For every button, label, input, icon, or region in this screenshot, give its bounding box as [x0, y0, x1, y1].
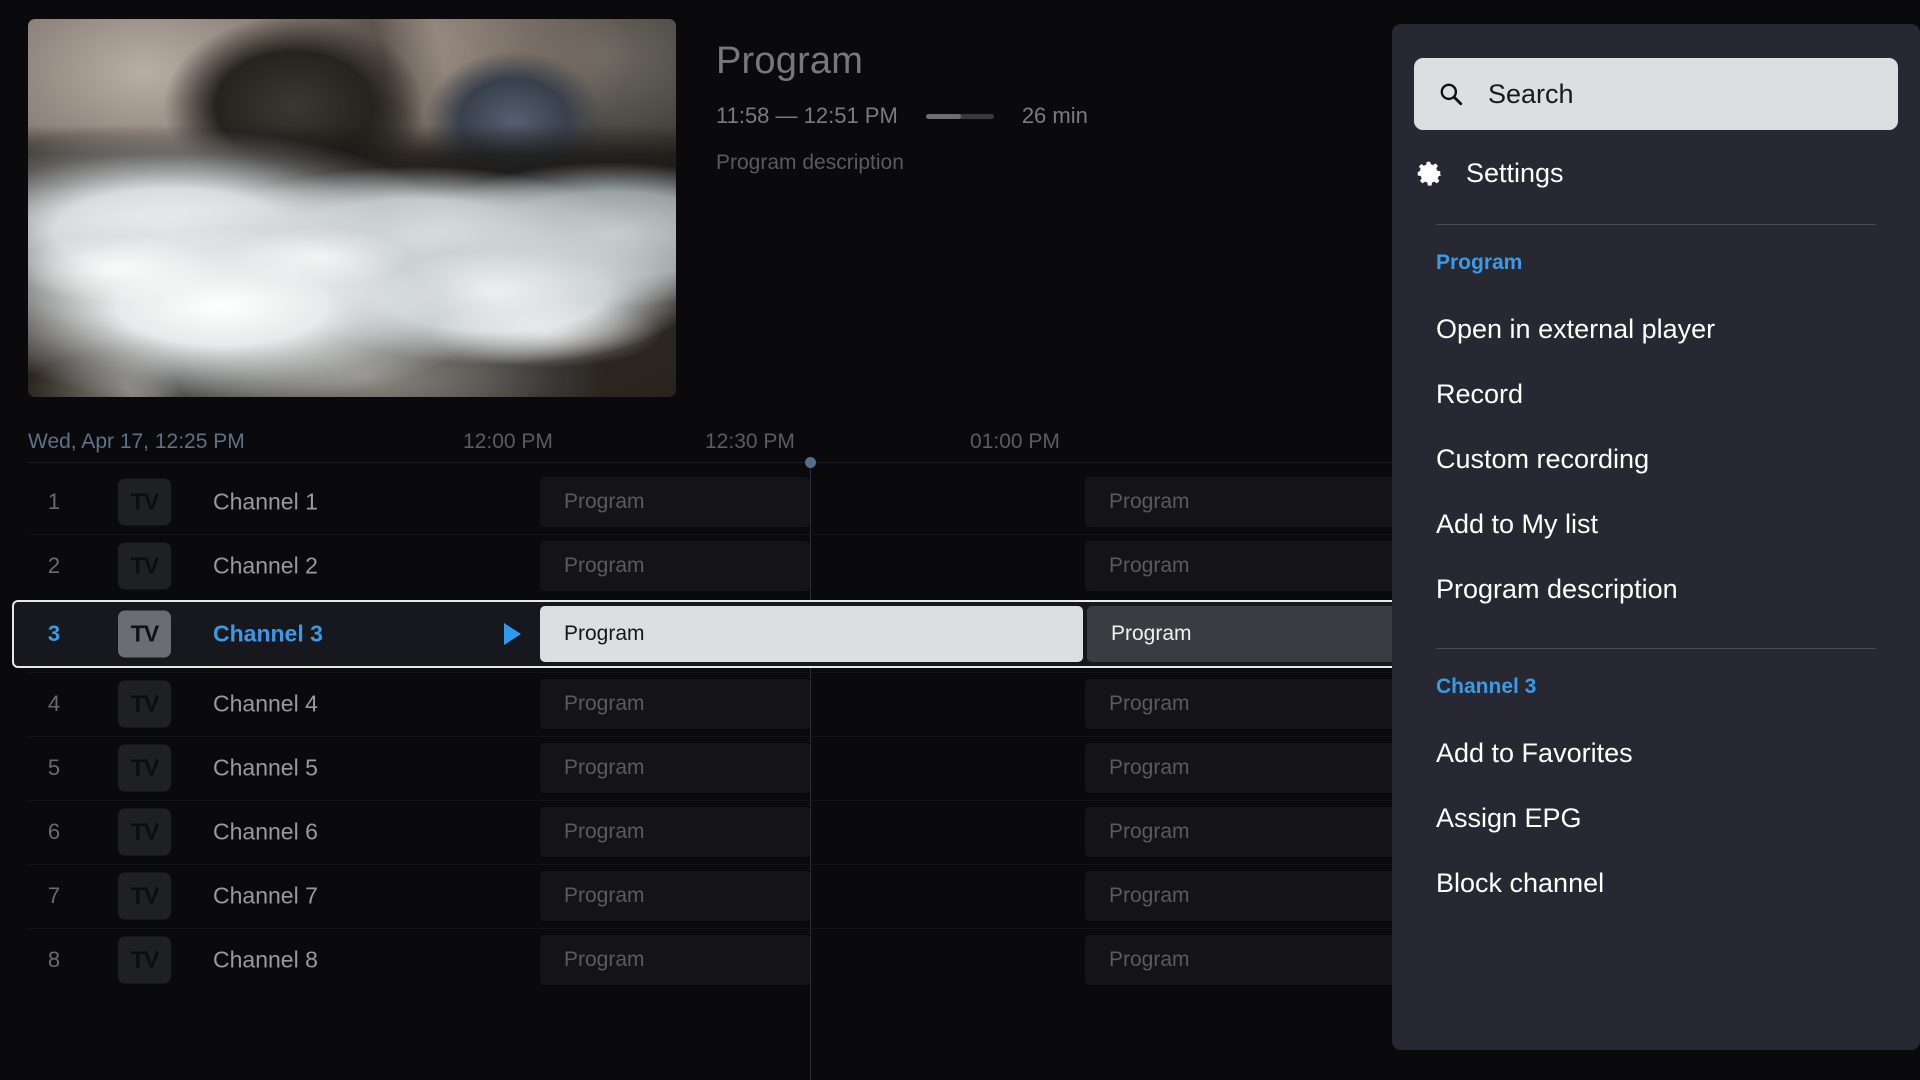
- search-input[interactable]: Search: [1414, 58, 1898, 130]
- menu-item-assign-epg[interactable]: Assign EPG: [1392, 786, 1920, 851]
- play-icon[interactable]: [504, 623, 521, 645]
- channel-name: Channel 4: [213, 690, 318, 717]
- tv-icon: TV: [118, 542, 171, 590]
- timeline-tick-1230: 12:30 PM: [705, 430, 795, 453]
- channel-number: 2: [47, 553, 61, 578]
- timeline-current-datetime: Wed, Apr 17, 12:25 PM: [28, 430, 245, 453]
- program-progress-bar: [925, 113, 994, 119]
- tv-icon: TV: [118, 744, 171, 792]
- tv-icon: TV: [118, 872, 171, 920]
- channel-name: Channel 8: [213, 946, 318, 973]
- menu-item-record[interactable]: Record: [1392, 362, 1920, 427]
- menu-item-add-to-favorites[interactable]: Add to Favorites: [1392, 721, 1920, 786]
- program-cell[interactable]: Program: [540, 743, 810, 793]
- program-cell[interactable]: Program: [540, 871, 810, 921]
- menu-item-block-channel[interactable]: Block channel: [1392, 851, 1920, 916]
- menu-item-settings[interactable]: Settings: [1392, 136, 1920, 210]
- thumbnail-vignette: [28, 19, 676, 397]
- gear-icon: [1417, 161, 1442, 186]
- menu-item-add-to-my-list[interactable]: Add to My list: [1392, 492, 1920, 557]
- tv-icon: TV: [118, 610, 171, 658]
- program-cell[interactable]: Program: [540, 541, 810, 591]
- menu-group-channel-label: Channel 3: [1436, 675, 1537, 698]
- epg-app-root: Program 11:58 — 12:51 PM 26 min Program …: [0, 0, 1920, 1080]
- search-icon: [1440, 83, 1463, 106]
- program-cell[interactable]: Program: [540, 477, 810, 527]
- channel-name: Channel 1: [213, 488, 318, 515]
- menu-item-open-in-external-player[interactable]: Open in external player: [1392, 297, 1920, 362]
- program-cell[interactable]: Program: [540, 679, 810, 729]
- program-duration: 26 min: [1021, 103, 1088, 128]
- channel-number: 3: [47, 621, 61, 646]
- channel-number: 5: [47, 755, 61, 780]
- program-title: Program: [716, 40, 864, 82]
- channel-name: Channel 6: [213, 818, 318, 845]
- program-progress-fill: [925, 113, 962, 119]
- channel-name: Channel 7: [213, 882, 318, 909]
- program-cell[interactable]: Program: [540, 935, 810, 985]
- program-description: Program description: [716, 151, 904, 174]
- current-time-indicator-dot: [805, 457, 816, 468]
- tv-icon: TV: [118, 680, 171, 728]
- timeline-tick-1200: 12:00 PM: [463, 430, 553, 453]
- channel-number: 8: [47, 947, 61, 972]
- program-cell[interactable]: Program: [540, 807, 810, 857]
- timeline-tick-0100: 01:00 PM: [970, 430, 1060, 453]
- menu-item-program-description[interactable]: Program description: [1392, 557, 1920, 622]
- program-info-panel: Program 11:58 — 12:51 PM 26 min Program …: [716, 40, 1088, 175]
- menu-item-settings-label: Settings: [1466, 157, 1564, 188]
- channel-name: Channel 3: [213, 620, 323, 647]
- search-placeholder-text: Search: [1488, 78, 1574, 109]
- program-time-range: 11:58 — 12:51 PM: [716, 103, 898, 128]
- program-preview-thumbnail[interactable]: [28, 19, 676, 397]
- channel-number: 4: [47, 691, 61, 716]
- tv-icon: TV: [118, 936, 171, 984]
- tv-icon: TV: [118, 808, 171, 856]
- menu-group-program-label: Program: [1436, 251, 1523, 274]
- channel-number: 7: [47, 883, 61, 908]
- program-cell-active[interactable]: Program: [540, 606, 1083, 662]
- tv-icon: TV: [118, 478, 171, 526]
- channel-name: Channel 5: [213, 754, 318, 781]
- menu-item-custom-recording[interactable]: Custom recording: [1392, 427, 1920, 492]
- channel-name: Channel 2: [213, 552, 318, 579]
- program-meta-row: 11:58 — 12:51 PM 26 min: [716, 103, 1088, 129]
- channel-number: 1: [47, 489, 61, 514]
- context-menu-panel: Search Settings Program Open in external…: [1392, 24, 1920, 1050]
- channel-number: 6: [47, 819, 61, 844]
